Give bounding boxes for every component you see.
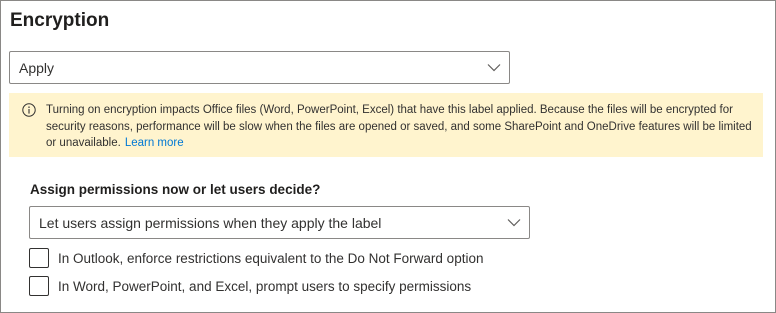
office-prompt-permissions-checkbox[interactable] [29,276,49,296]
office-prompt-permissions-label: In Word, PowerPoint, and Excel, prompt u… [58,278,472,294]
permissions-dropdown[interactable]: Let users assign permissions when they a… [29,206,530,239]
info-icon [22,103,36,117]
chevron-down-icon [507,218,521,226]
chevron-down-icon [487,63,501,71]
encryption-panel: Encryption Apply Turning on encryption i… [0,0,776,313]
permissions-dropdown-value: Let users assign permissions when they a… [39,214,382,231]
learn-more-link[interactable]: Learn more [125,137,184,149]
encryption-dropdown-value: Apply [19,59,55,76]
encryption-warning-banner: Turning on encryption impacts Office fil… [9,93,763,157]
section-title: Encryption [10,10,110,31]
encryption-dropdown[interactable]: Apply [9,51,510,84]
outlook-do-not-forward-checkbox[interactable] [29,248,49,268]
outlook-do-not-forward-label: In Outlook, enforce restrictions equival… [58,250,484,266]
office-prompt-permissions-option[interactable]: In Word, PowerPoint, and Excel, prompt u… [29,276,471,296]
permissions-question: Assign permissions now or let users deci… [30,182,321,197]
outlook-do-not-forward-option[interactable]: In Outlook, enforce restrictions equival… [29,248,483,268]
banner-message-block: Turning on encryption impacts Office fil… [46,102,758,152]
